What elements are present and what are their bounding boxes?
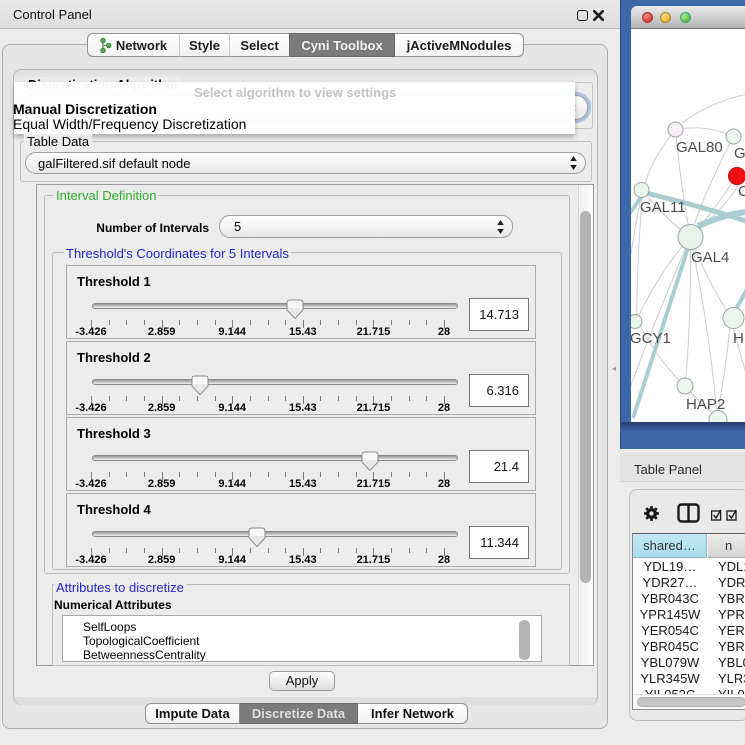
svg-text:GCY1: GCY1 xyxy=(631,330,671,347)
svg-text:HAP2: HAP2 xyxy=(686,396,725,413)
svg-text:GA: GA xyxy=(734,145,745,162)
svg-text:GAL80: GAL80 xyxy=(676,139,723,156)
svg-text:H: H xyxy=(733,330,744,347)
svg-text:C: C xyxy=(738,183,745,200)
svg-text:GAL11: GAL11 xyxy=(640,199,686,216)
svg-text:GAL4: GAL4 xyxy=(691,249,729,266)
